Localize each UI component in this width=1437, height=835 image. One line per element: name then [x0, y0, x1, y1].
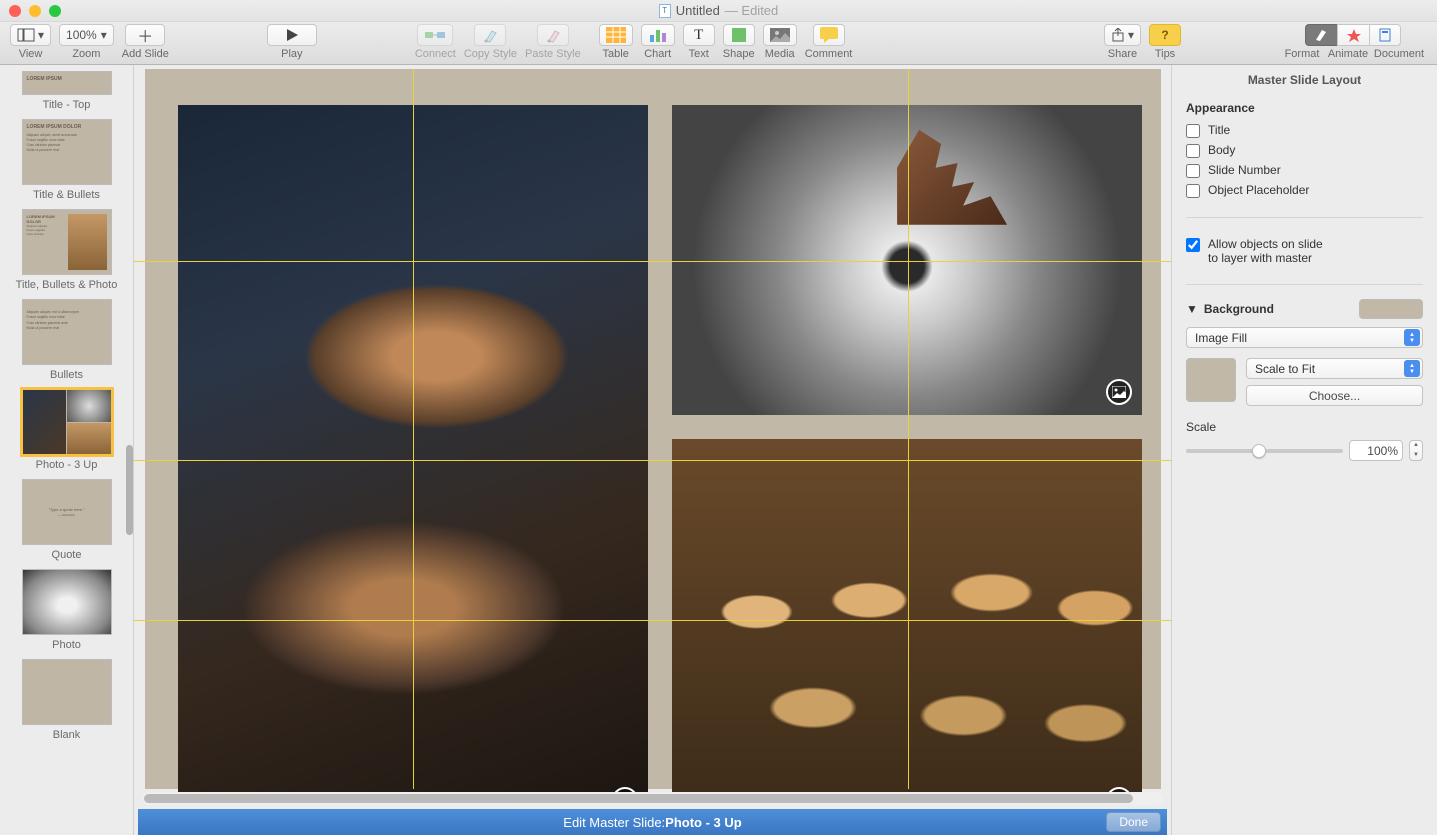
- select-arrows-icon: ▲▼: [1404, 329, 1420, 346]
- table-button[interactable]: [599, 24, 633, 46]
- format-tab[interactable]: [1305, 24, 1337, 46]
- tips-label: Tips: [1155, 48, 1175, 60]
- thumb-label: Photo: [0, 639, 133, 651]
- thumb-title-top[interactable]: LOREM IPSUM: [22, 71, 112, 95]
- allow-layer-checkbox[interactable]: Allow objects on slide to layer with mas…: [1186, 237, 1423, 265]
- copy-style-label: Copy Style: [464, 48, 517, 60]
- image-scale-mode-select[interactable]: Scale to Fit ▲▼: [1246, 358, 1423, 379]
- scale-slider[interactable]: [1186, 449, 1343, 453]
- scale-value-field[interactable]: 100%: [1349, 440, 1403, 461]
- image-placeholder-bottom-right[interactable]: [672, 439, 1142, 792]
- thumb-label: Photo - 3 Up: [0, 459, 133, 471]
- thumb-photo-3up[interactable]: [22, 389, 112, 455]
- thumb-bullets[interactable]: Aliquam aliquet, est a ullamcorperFusce …: [22, 299, 112, 365]
- format-label: Format: [1279, 48, 1325, 60]
- window-titlebar: T Untitled — Edited: [0, 0, 1437, 22]
- window-title-suffix: — Edited: [725, 3, 778, 18]
- animate-tab[interactable]: [1337, 24, 1369, 46]
- image-placeholder-icon: [1106, 379, 1132, 405]
- play-button[interactable]: [267, 24, 317, 46]
- edit-master-bar: Edit Master Slide: Photo - 3 Up Done: [138, 809, 1167, 835]
- thumb-label: Title, Bullets & Photo: [0, 279, 133, 291]
- table-label: Table: [603, 48, 629, 60]
- thumb-label: Quote: [0, 549, 133, 561]
- body-checkbox[interactable]: Body: [1186, 143, 1423, 158]
- background-color-well[interactable]: [1359, 299, 1423, 319]
- slide-number-checkbox[interactable]: Slide Number: [1186, 163, 1423, 178]
- thumb-label: Title & Bullets: [0, 189, 133, 201]
- media-button[interactable]: [763, 24, 797, 46]
- toolbar: ▾ View 100% ▾ Zoom ＋ Add Slide Play Conn…: [0, 22, 1437, 65]
- view-button[interactable]: ▾: [10, 24, 51, 46]
- thumb-label: Blank: [0, 729, 133, 741]
- document-tab[interactable]: [1369, 24, 1401, 46]
- thumb-photo[interactable]: [22, 569, 112, 635]
- slide-canvas[interactable]: Edit Master Slide: Photo - 3 Up Done: [134, 65, 1171, 835]
- background-disclosure[interactable]: ▼ Background: [1186, 302, 1274, 316]
- document-label: Document: [1371, 48, 1427, 60]
- connect-label: Connect: [415, 48, 456, 60]
- scale-label: Scale: [1186, 420, 1423, 434]
- thumb-title-bullets-photo[interactable]: LOREM IPSUM DOLORAliquam aliquetFusce sa…: [22, 209, 112, 275]
- paste-style-button: [537, 24, 569, 46]
- choose-image-button[interactable]: Choose...: [1246, 385, 1423, 406]
- share-label: Share: [1108, 48, 1137, 60]
- zoom-label: Zoom: [72, 48, 100, 60]
- image-placeholder-top-right[interactable]: [672, 105, 1142, 415]
- animate-label: Animate: [1325, 48, 1371, 60]
- appearance-heading: Appearance: [1186, 101, 1423, 115]
- text-button[interactable]: T: [683, 24, 715, 46]
- chevron-down-icon: ▼: [1186, 302, 1198, 316]
- thumb-blank[interactable]: [22, 659, 112, 725]
- navigator-scrollbar[interactable]: [126, 125, 133, 825]
- master-slide[interactable]: [145, 69, 1161, 789]
- shape-button[interactable]: [723, 24, 755, 46]
- background-fill-select[interactable]: Image Fill ▲▼: [1186, 327, 1423, 348]
- shape-label: Shape: [723, 48, 755, 60]
- play-label: Play: [281, 48, 302, 60]
- edit-master-prefix: Edit Master Slide:: [563, 815, 665, 830]
- background-image-well[interactable]: [1186, 358, 1236, 402]
- document-proxy-icon[interactable]: T: [659, 4, 671, 18]
- chart-button[interactable]: [641, 24, 675, 46]
- comment-label: Comment: [805, 48, 853, 60]
- thumb-label: Bullets: [0, 369, 133, 381]
- comment-button[interactable]: [813, 24, 845, 46]
- slide-navigator[interactable]: LOREM IPSUM Title - Top LOREM IPSUM DOLO…: [0, 65, 134, 835]
- title-checkbox[interactable]: Title: [1186, 123, 1423, 138]
- chart-label: Chart: [644, 48, 671, 60]
- format-inspector: Master Slide Layout Appearance Title Bod…: [1171, 65, 1437, 835]
- text-label: Text: [689, 48, 709, 60]
- zoom-value: 100%: [66, 28, 97, 42]
- add-slide-button[interactable]: ＋: [125, 24, 165, 46]
- add-slide-label: Add Slide: [122, 48, 169, 60]
- paste-style-label: Paste Style: [525, 48, 581, 60]
- scale-stepper[interactable]: ▲▼: [1409, 440, 1423, 461]
- connect-button: [417, 24, 453, 46]
- tips-button[interactable]: ?: [1149, 24, 1181, 46]
- canvas-scrollbar[interactable]: [142, 792, 1163, 805]
- copy-style-button: [474, 24, 506, 46]
- thumb-quote[interactable]: "Type a quote here."— Attribution: [22, 479, 112, 545]
- thumb-label: Title - Top: [0, 99, 133, 111]
- view-label: View: [19, 48, 43, 60]
- thumb-title-bullets[interactable]: LOREM IPSUM DOLOR Aliquam aliquet, amet …: [22, 119, 112, 185]
- edit-master-name: Photo - 3 Up: [665, 815, 742, 830]
- object-placeholder-checkbox[interactable]: Object Placeholder: [1186, 183, 1423, 198]
- done-button[interactable]: Done: [1106, 812, 1161, 832]
- share-button[interactable]: ▾: [1104, 24, 1141, 46]
- zoom-popup[interactable]: 100% ▾: [59, 24, 114, 46]
- inspector-title: Master Slide Layout: [1172, 65, 1437, 95]
- media-label: Media: [765, 48, 795, 60]
- window-title: Untitled: [676, 3, 720, 18]
- select-arrows-icon: ▲▼: [1404, 360, 1420, 377]
